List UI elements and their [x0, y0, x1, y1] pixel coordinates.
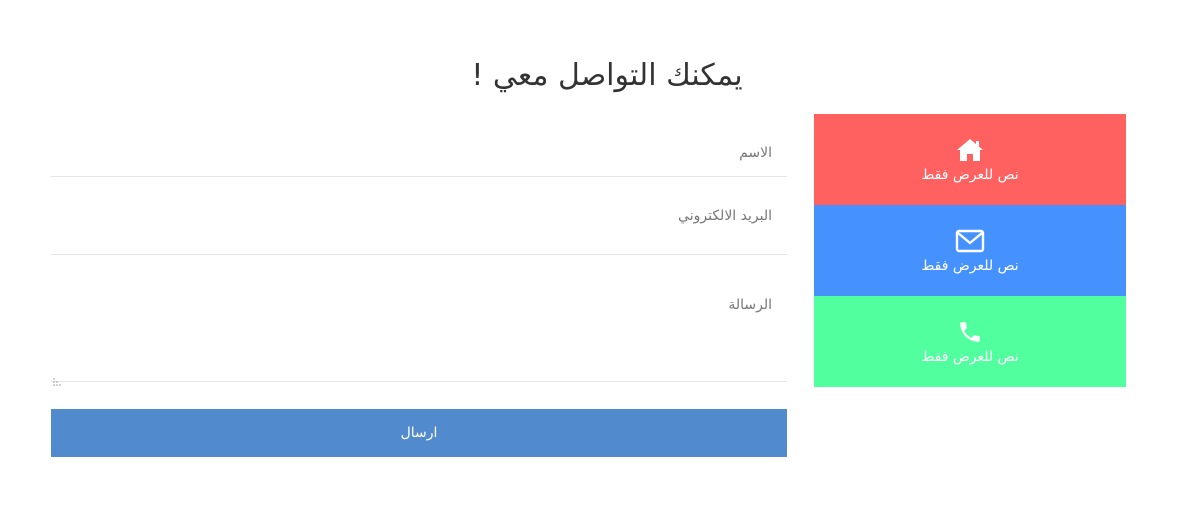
- name-field-wrapper: [51, 114, 787, 177]
- submit-button[interactable]: ارسال: [51, 409, 787, 457]
- phone-icon: [955, 319, 985, 345]
- contact-form: [51, 114, 787, 386]
- info-box-phone: نص للعرض فقط: [814, 296, 1126, 387]
- message-textarea[interactable]: [51, 297, 787, 379]
- info-box-home-text: نص للعرض فقط: [921, 166, 1019, 183]
- info-box-email-text: نص للعرض فقط: [921, 257, 1019, 274]
- info-box-phone-text: نص للعرض فقط: [921, 348, 1019, 365]
- name-input[interactable]: [51, 142, 787, 164]
- message-field-wrapper: [51, 255, 787, 386]
- home-icon: [955, 137, 985, 163]
- email-field-wrapper: [51, 177, 787, 255]
- email-input[interactable]: [51, 204, 787, 228]
- resize-handle-icon[interactable]: [53, 371, 61, 386]
- info-box-home: نص للعرض فقط: [814, 114, 1126, 205]
- info-box-email: نص للعرض فقط: [814, 205, 1126, 296]
- contact-page: يمكنك التواصل معي ! نص للعرض فقط نص للعر…: [0, 0, 1200, 528]
- contact-info-panel: نص للعرض فقط نص للعرض فقط نص للعرض فقط: [814, 114, 1126, 387]
- page-title: يمكنك التواصل معي !: [471, 58, 743, 93]
- envelope-icon: [955, 228, 985, 254]
